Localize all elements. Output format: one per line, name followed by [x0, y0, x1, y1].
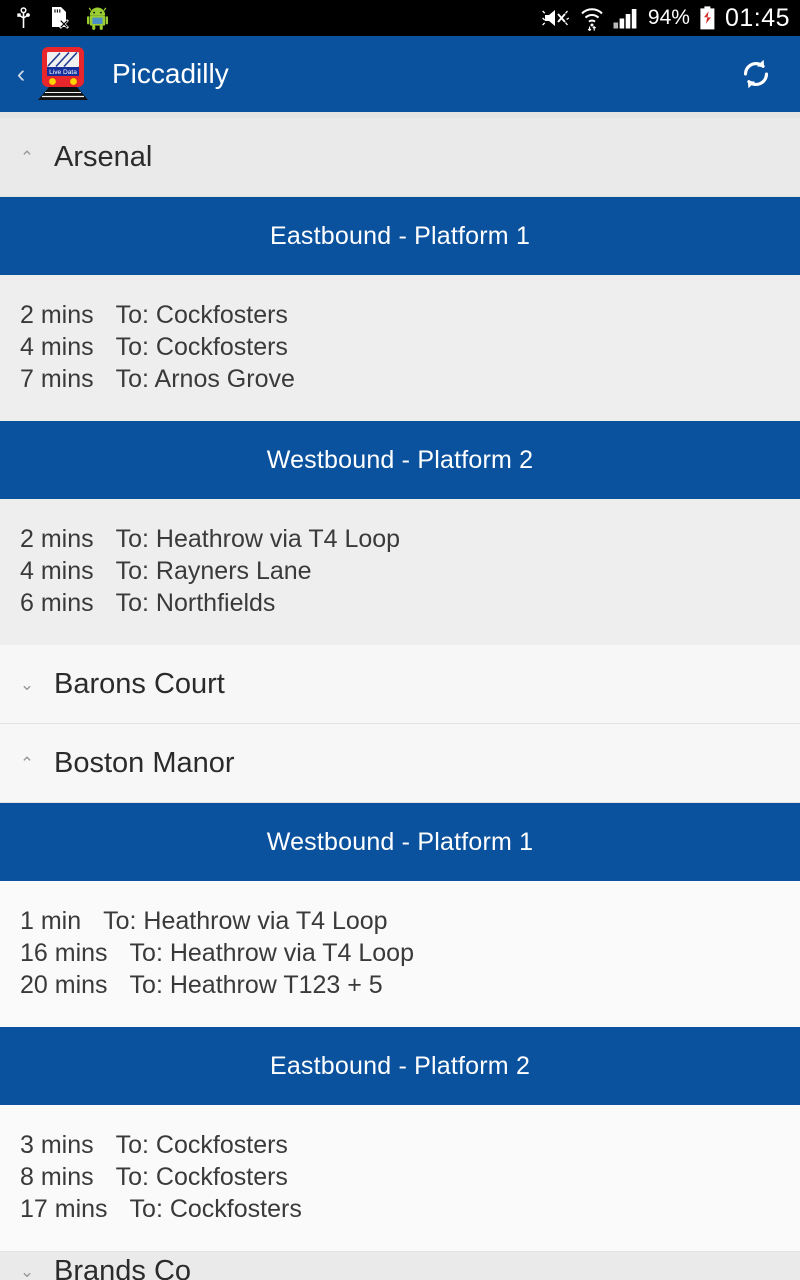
svg-text:Live Data: Live Data	[49, 69, 77, 76]
chevron-up-icon: ⌃	[19, 147, 35, 167]
station-name-label: Boston Manor	[54, 746, 235, 779]
arrival-destination: To: Heathrow via T4 Loop	[115, 525, 401, 553]
station-header-boston-manor[interactable]: ⌃ Boston Manor	[0, 724, 800, 803]
arrival-time: 2 mins	[20, 301, 94, 329]
app-logo-train-icon: Live Data	[36, 45, 90, 103]
arrival-row: 4 mins To: Rayners Lane	[0, 555, 800, 587]
arrival-time: 17 mins	[20, 1195, 108, 1223]
usb-icon	[16, 7, 31, 29]
platform-header-bar: Eastbound - Platform 2	[0, 1027, 800, 1105]
platform-header-bar: Westbound - Platform 1	[0, 803, 800, 881]
arrival-row: 17 mins To: Cockfosters	[0, 1193, 800, 1225]
arrival-destination: To: Heathrow via T4 Loop	[129, 939, 414, 967]
arrival-time: 3 mins	[20, 1131, 94, 1159]
mute-icon	[542, 6, 571, 30]
chevron-down-icon: ⌄	[19, 1262, 35, 1280]
back-button[interactable]: ‹	[8, 61, 34, 87]
arrival-time: 4 mins	[20, 333, 94, 361]
arrival-destination: To: Heathrow via T4 Loop	[103, 907, 388, 935]
arrivals-panel: 1 min To: Heathrow via T4 Loop 16 mins T…	[0, 881, 800, 1027]
station-header-barons-court[interactable]: ⌄ Barons Court	[0, 645, 800, 724]
arrival-row: 16 mins To: Heathrow via T4 Loop	[0, 937, 800, 969]
station-name-label: Arsenal	[54, 140, 153, 173]
sd-card-missing-icon	[49, 6, 69, 30]
arrival-row: 8 mins To: Cockfosters	[0, 1161, 800, 1193]
arrival-destination: To: Cockfosters	[115, 1131, 288, 1159]
chevron-up-icon: ⌃	[19, 753, 35, 773]
arrival-destination: To: Cockfosters	[115, 301, 288, 329]
status-bar-right-icons: 94% 01:45	[542, 4, 790, 33]
battery-percent-label: 94%	[647, 6, 690, 29]
arrival-destination: To: Cockfosters	[129, 1195, 302, 1223]
refresh-button[interactable]	[734, 52, 778, 96]
platform-header-bar: Eastbound - Platform 1	[0, 197, 800, 275]
page-title: Piccadilly	[112, 58, 229, 89]
arrival-destination: To: Heathrow T123 + 5	[129, 971, 383, 999]
arrival-time: 8 mins	[20, 1163, 94, 1191]
arrival-row: 3 mins To: Cockfosters	[0, 1129, 800, 1161]
arrivals-panel: 2 mins To: Heathrow via T4 Loop 4 mins T…	[0, 499, 800, 645]
station-list[interactable]: ⌃ Arsenal Eastbound - Platform 1 2 mins …	[0, 112, 800, 1280]
app-toolbar: ‹ Live Data Piccadilly	[0, 36, 800, 112]
arrival-row: 2 mins To: Heathrow via T4 Loop	[0, 523, 800, 555]
status-bar-clock: 01:45	[724, 3, 790, 32]
android-robot-icon	[87, 7, 108, 30]
arrival-time: 20 mins	[20, 971, 108, 999]
arrival-time: 1 min	[20, 907, 82, 935]
arrival-row: 7 mins To: Arnos Grove	[0, 363, 800, 395]
arrival-destination: To: Cockfosters	[115, 1163, 288, 1191]
arrival-time: 6 mins	[20, 589, 94, 617]
station-name-label: Barons Court	[54, 667, 225, 700]
arrivals-panel: 3 mins To: Cockfosters 8 mins To: Cockfo…	[0, 1105, 800, 1251]
arrivals-panel: 2 mins To: Cockfosters 4 mins To: Cockfo…	[0, 275, 800, 421]
battery-icon	[699, 6, 716, 30]
arrival-time: 16 mins	[20, 939, 108, 967]
arrival-row: 6 mins To: Northfields	[0, 587, 800, 619]
arrival-row: 4 mins To: Cockfosters	[0, 331, 800, 363]
platform-header-bar: Westbound - Platform 2	[0, 421, 800, 499]
station-name-label: Brands Co	[54, 1255, 192, 1280]
signal-bars-icon	[613, 7, 639, 29]
station-header-partial[interactable]: ⌄ Brands Co	[0, 1251, 800, 1280]
arrival-row: 1 min To: Heathrow via T4 Loop	[0, 905, 800, 937]
android-status-bar: 94% 01:45	[0, 0, 800, 36]
arrival-row: 2 mins To: Cockfosters	[0, 299, 800, 331]
arrival-destination: To: Rayners Lane	[115, 557, 312, 585]
chevron-down-icon: ⌄	[19, 674, 35, 694]
arrival-time: 4 mins	[20, 557, 94, 585]
arrival-time: 2 mins	[20, 525, 94, 553]
arrival-time: 7 mins	[20, 365, 94, 393]
arrival-row: 20 mins To: Heathrow T123 + 5	[0, 969, 800, 1001]
station-header-arsenal[interactable]: ⌃ Arsenal	[0, 118, 800, 197]
arrival-destination: To: Cockfosters	[115, 333, 288, 361]
arrival-destination: To: Arnos Grove	[115, 365, 295, 393]
arrival-destination: To: Northfields	[115, 589, 276, 617]
status-bar-left-icons	[16, 6, 108, 30]
wifi-icon	[580, 6, 604, 31]
